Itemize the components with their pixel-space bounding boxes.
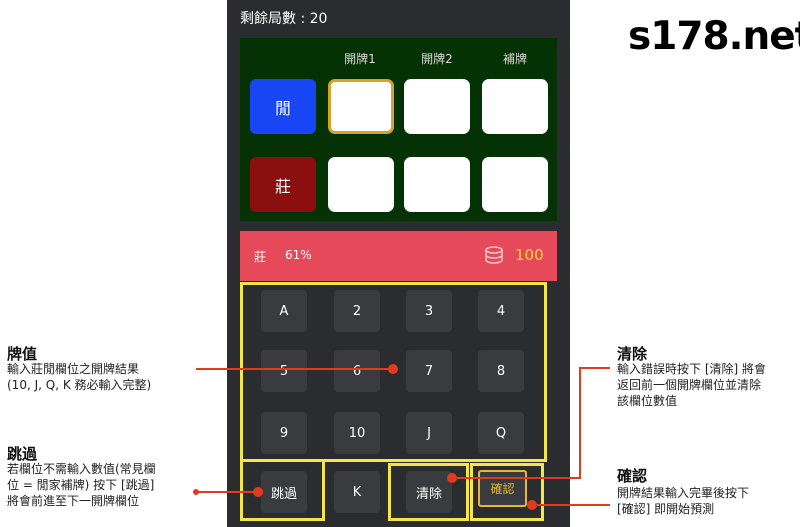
confirm-title: 確認: [617, 467, 648, 485]
skip-desc: 若欄位不需輸入數值(常見欄 位 = 閒家補牌) 按下 [跳過] 將會前進至下一開…: [7, 462, 156, 508]
confirm-desc: 開牌結果輸入完畢後按下 [確認] 即開始預測: [617, 486, 750, 516]
annotation-lines: [193, 364, 610, 510]
site-watermark: s178.net: [628, 14, 800, 59]
clear-desc: 輸入錯誤時按下 [清除] 將會 返回前一個開牌欄位並清除 該欄位數值: [617, 362, 766, 408]
card-value-desc: 輸入莊閒欄位之開牌結果 (10, J, Q, K 務必輸入完整): [7, 362, 152, 392]
